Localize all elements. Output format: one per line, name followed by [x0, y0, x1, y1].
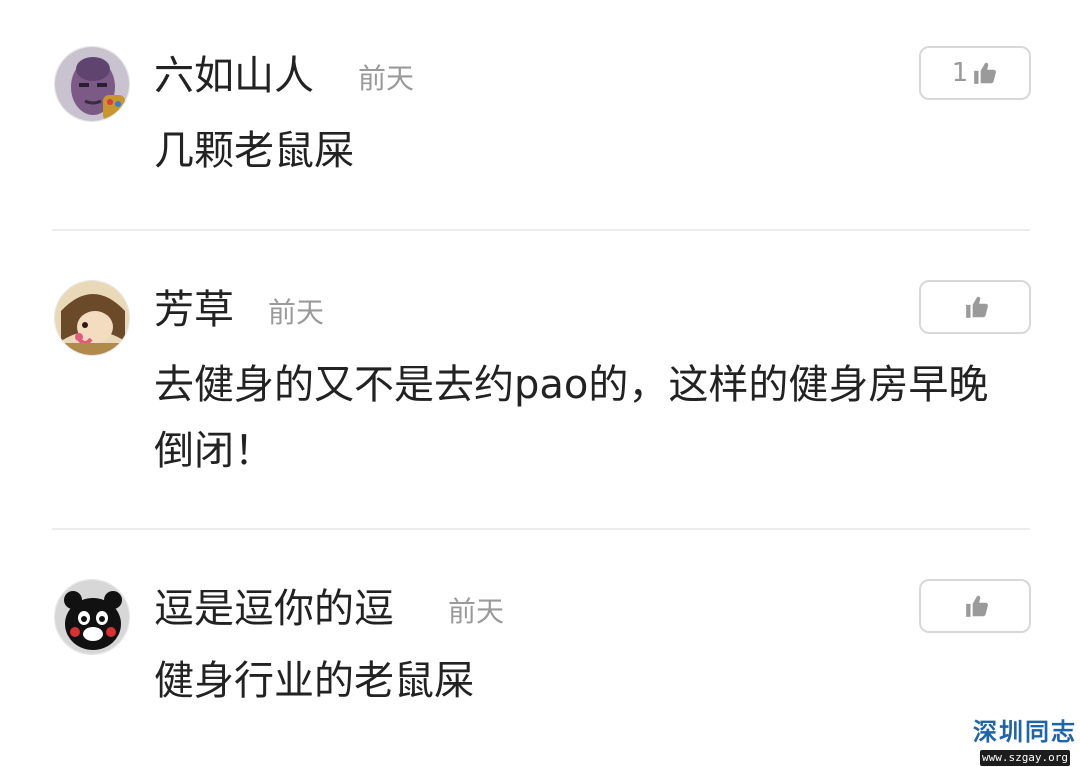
watermark-logo: 深圳同志 www.szgay.org	[972, 717, 1078, 766]
comment-time: 前天	[268, 296, 325, 329]
comment-username[interactable]: 六如山人	[154, 52, 314, 100]
avatar[interactable]	[54, 280, 130, 356]
divider	[52, 528, 1030, 530]
comment-content: 健身行业的老鼠屎	[154, 658, 474, 704]
avatar-cartoon-girl-icon	[55, 281, 129, 355]
avatar[interactable]	[54, 579, 130, 655]
comment-time: 前天	[448, 595, 505, 628]
like-button[interactable]	[919, 280, 1031, 334]
comment-username[interactable]: 逗是逗你的逗	[154, 585, 394, 633]
thumbs-up-icon	[966, 595, 988, 617]
avatar-kumamon-icon	[55, 580, 129, 654]
watermark-url: www.szgay.org	[979, 750, 1071, 766]
thumbs-up-icon	[966, 296, 988, 318]
comment-time: 前天	[358, 62, 415, 95]
avatar[interactable]	[54, 46, 130, 122]
comment-content: 去健身的又不是去约pao的，这样的健身房早晚倒闭！	[154, 362, 989, 474]
watermark-title: 深圳同志	[973, 717, 1077, 746]
like-button[interactable]: 1	[919, 46, 1031, 100]
divider	[52, 229, 1030, 231]
thumbs-up-icon	[974, 62, 997, 84]
avatar-thanos-icon	[55, 47, 129, 121]
like-count: 1	[951, 58, 969, 88]
comment-username[interactable]: 芳草	[154, 286, 234, 334]
like-button[interactable]	[919, 579, 1031, 633]
comment-content: 几颗老鼠屎	[154, 128, 354, 174]
